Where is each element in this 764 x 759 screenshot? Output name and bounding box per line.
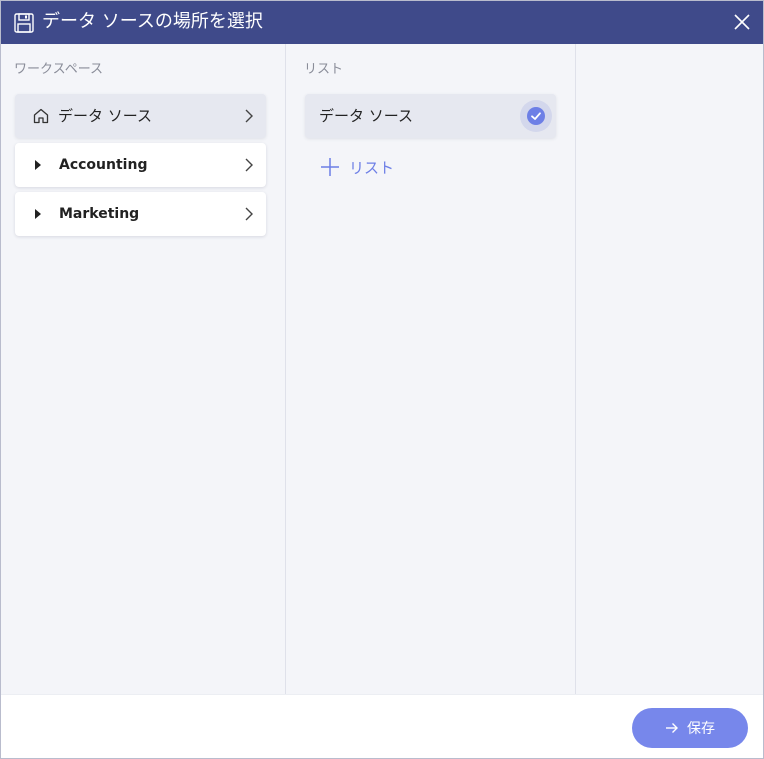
selected-check-badge — [520, 100, 552, 132]
workspace-item-label: Accounting — [59, 157, 148, 173]
caret-right-icon[interactable] — [34, 208, 42, 220]
workspace-item-label: Marketing — [59, 206, 140, 222]
list-item-datasource[interactable]: データ ソース — [305, 94, 556, 138]
workspace-item-marketing[interactable]: Marketing — [15, 192, 266, 236]
plus-icon — [321, 158, 339, 176]
list-column-header: リスト — [304, 62, 344, 77]
workspace-item-datasource[interactable]: データ ソース — [15, 94, 266, 138]
workspace-item-accounting[interactable]: Accounting — [15, 143, 266, 187]
dialog-title: データ ソースの場所を選択 — [42, 11, 263, 32]
list-item-label: データ ソース — [319, 107, 414, 125]
chevron-right-icon — [245, 207, 253, 221]
workspace-column: ワークスペース データ ソース Accounting Marketing — [1, 44, 286, 694]
save-button-label: 保存 — [687, 721, 715, 737]
add-list-label: リスト — [349, 158, 395, 177]
save-button[interactable]: 保存 — [632, 708, 748, 748]
select-datasource-location-dialog: データ ソースの場所を選択 ワークスペース データ ソース Accounting… — [0, 0, 764, 759]
save-disk-icon — [14, 13, 34, 33]
workspace-item-label: データ ソース — [58, 107, 153, 125]
chevron-right-icon — [245, 109, 253, 123]
close-icon[interactable] — [731, 11, 753, 33]
home-icon — [33, 108, 49, 124]
list-column: リスト データ ソース リスト — [286, 44, 576, 694]
check-circle-icon — [527, 107, 545, 125]
dialog-footer: 保存 — [1, 694, 763, 758]
empty-column — [576, 44, 763, 694]
add-list-button[interactable]: リスト — [319, 155, 394, 179]
dialog-body: ワークスペース データ ソース Accounting Marketing リスト… — [1, 44, 763, 694]
workspace-column-header: ワークスペース — [14, 62, 104, 77]
arrow-right-icon — [666, 723, 678, 733]
chevron-right-icon — [245, 158, 253, 172]
dialog-titlebar: データ ソースの場所を選択 — [1, 1, 763, 44]
caret-right-icon[interactable] — [34, 159, 42, 171]
